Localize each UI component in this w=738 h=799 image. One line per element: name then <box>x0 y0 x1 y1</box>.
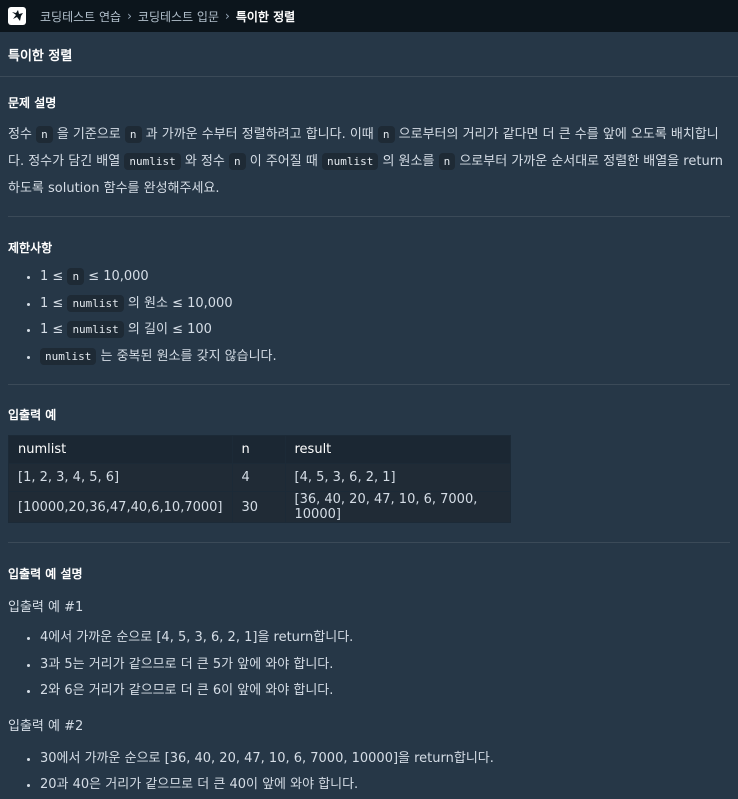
constraints-heading: 제한사항 <box>8 241 53 255</box>
text: 의 원소 ≤ 10,000 <box>123 295 233 311</box>
table-cell: 4 <box>231 463 286 492</box>
breadcrumb: 코딩테스트 연습 › 코딩테스트 입문 › 특이한 정렬 <box>40 8 295 25</box>
list-item: 4에서 가까운 순으로 [4, 5, 3, 6, 2, 1]을 return합니… <box>40 625 730 652</box>
code-n: n <box>124 126 142 143</box>
constraints-list: 1 ≤ n ≤ 10,000 1 ≤ numlist 의 원소 ≤ 10,000… <box>8 264 730 370</box>
text: 는 중복된 원소를 갖지 않습니다. <box>96 348 277 364</box>
text: 1 ≤ <box>40 269 68 284</box>
code-n: n <box>228 153 246 170</box>
table-cell: [10000,20,36,47,40,6,10,7000] <box>8 491 233 523</box>
breadcrumb-current: 특이한 정렬 <box>235 9 296 24</box>
example-2-list: 30에서 가까운 순으로 [36, 40, 20, 47, 10, 6, 700… <box>8 746 730 799</box>
code-n: n <box>36 126 53 143</box>
breadcrumb-item-practice[interactable]: 코딩테스트 연습 <box>40 8 121 25</box>
desc-text: 정수 <box>8 127 37 142</box>
constraints-section: 제한사항 1 ≤ n ≤ 10,000 1 ≤ numlist 의 원소 ≤ 1… <box>0 217 738 384</box>
chevron-right-icon: › <box>127 9 132 23</box>
examples-heading: 입출력 예 <box>8 408 57 422</box>
list-item: numlist 는 중복된 원소를 갖지 않습니다. <box>40 344 730 371</box>
text: 1 ≤ <box>40 322 68 337</box>
list-item: 2와 6은 거리가 같으므로 더 큰 6이 앞에 와야 합니다. <box>40 678 730 705</box>
example-1-label: 입출력 예 #1 <box>8 600 84 615</box>
code-n: n <box>67 268 85 285</box>
examples-section: 입출력 예 numlist n result [1, 2, 3, 4, 5, 6… <box>0 385 738 542</box>
table-header-row: numlist n result <box>8 435 511 464</box>
list-item: 3과 5는 거리가 같으므로 더 큰 5가 앞에 와야 합니다. <box>40 652 730 679</box>
table-cell: [36, 40, 20, 47, 10, 6, 7000, 10000] <box>284 491 511 523</box>
list-item: 1 ≤ numlist 의 길이 ≤ 100 <box>40 317 730 344</box>
breadcrumb-item-intro[interactable]: 코딩테스트 입문 <box>138 8 219 25</box>
text: ≤ 10,000 <box>84 269 149 284</box>
desc-text: 과 가까운 수부터 정렬하려고 합니다. 이때 <box>141 127 378 142</box>
example-2-label: 입출력 예 #2 <box>8 718 84 734</box>
top-nav-bar: 코딩테스트 연습 › 코딩테스트 입문 › 특이한 정렬 <box>0 0 738 32</box>
code-n: n <box>377 126 395 143</box>
code-numlist: numlist <box>124 153 181 170</box>
code-numlist: numlist <box>321 153 379 170</box>
examples-table: numlist n result [1, 2, 3, 4, 5, 6] 4 [4… <box>8 435 511 523</box>
description-section: 문제 설명 정수 n 을 기준으로 n 과 가까운 수부터 정렬하려고 합니다.… <box>0 77 738 202</box>
explanation-section: 입출력 예 설명 입출력 예 #1 4에서 가까운 순으로 [4, 5, 3, … <box>0 543 738 799</box>
example-1-list: 4에서 가까운 순으로 [4, 5, 3, 6, 2, 1]을 return합니… <box>8 625 730 705</box>
desc-text: 을 기준으로 <box>52 127 125 142</box>
list-item: 1 ≤ n ≤ 10,000 <box>40 264 730 291</box>
table-row: [10000,20,36,47,40,6,10,7000] 30 [36, 40… <box>8 491 511 523</box>
programmers-logo-icon[interactable] <box>8 7 26 25</box>
table-row: [1, 2, 3, 4, 5, 6] 4 [4, 5, 3, 6, 2, 1] <box>8 463 511 492</box>
list-item: 30에서 가까운 순으로 [36, 40, 20, 47, 10, 6, 700… <box>40 746 730 773</box>
table-cell: 30 <box>231 491 286 523</box>
description-heading: 문제 설명 <box>8 96 57 110</box>
list-item: 20과 40은 거리가 같으므로 더 큰 40이 앞에 와야 합니다. <box>40 772 730 799</box>
desc-text: 의 원소를 <box>378 154 439 169</box>
explanation-heading: 입출력 예 설명 <box>8 567 83 581</box>
list-item: 1 ≤ numlist 의 원소 ≤ 10,000 <box>40 291 730 318</box>
text: 1 ≤ <box>40 295 68 311</box>
desc-text: 이 주어질 때 <box>245 154 322 169</box>
code-n: n <box>438 153 456 170</box>
column-header-n: n <box>231 435 286 464</box>
table-cell: [4, 5, 3, 6, 2, 1] <box>284 463 511 492</box>
chevron-right-icon: › <box>225 9 230 23</box>
problem-title: 특이한 정렬 <box>0 32 738 77</box>
column-header-numlist: numlist <box>8 435 233 464</box>
desc-text: 와 정수 <box>180 154 229 169</box>
code-numlist: numlist <box>40 347 97 365</box>
code-numlist: numlist <box>67 321 124 338</box>
text: 의 길이 ≤ 100 <box>123 322 212 337</box>
column-header-result: result <box>284 435 511 464</box>
table-cell: [1, 2, 3, 4, 5, 6] <box>8 463 233 492</box>
description-text: 정수 n 을 기준으로 n 과 가까운 수부터 정렬하려고 합니다. 이때 n … <box>8 121 730 202</box>
code-numlist: numlist <box>67 294 124 312</box>
